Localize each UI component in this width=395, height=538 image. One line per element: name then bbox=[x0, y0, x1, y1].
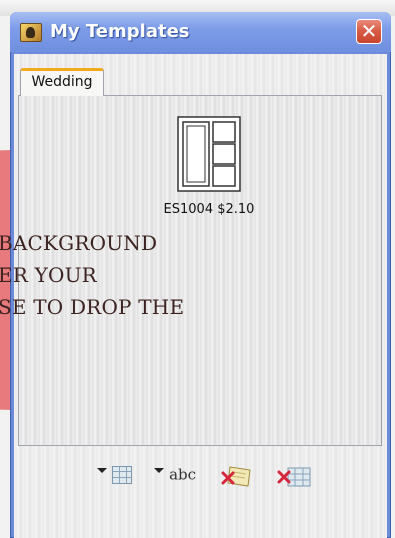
delete-image-button[interactable] bbox=[220, 464, 254, 488]
add-layout-dropdown-button[interactable] bbox=[97, 464, 133, 488]
screen: BACKGROUND ER YOUR SE TO DROP THE My Tem… bbox=[0, 0, 395, 538]
delete-layout-button[interactable] bbox=[276, 464, 312, 488]
background-text-line-2: ER YOUR bbox=[0, 263, 97, 287]
text-abc-icon: abc bbox=[169, 465, 197, 484]
delete-grid-icon bbox=[277, 467, 311, 487]
close-x-icon: ✕ bbox=[360, 19, 378, 43]
template-item[interactable]: ES1004 $2.10 bbox=[159, 116, 259, 226]
window-titlebar[interactable]: My Templates ✕ bbox=[10, 12, 391, 52]
template-label: ES1004 $2.10 bbox=[163, 202, 255, 217]
layout-thumbnail-icon bbox=[177, 116, 241, 192]
bottom-toolbar: abc bbox=[14, 456, 387, 496]
delete-image-icon bbox=[221, 466, 251, 487]
templates-app-icon bbox=[20, 23, 42, 42]
grid-layout-icon bbox=[112, 465, 133, 484]
dropdown-arrow-icon bbox=[154, 468, 164, 473]
close-button[interactable]: ✕ bbox=[356, 19, 382, 44]
dropdown-arrow-icon bbox=[97, 468, 107, 473]
add-text-dropdown-button[interactable]: abc bbox=[154, 464, 196, 488]
tab-wedding[interactable]: Wedding bbox=[20, 68, 104, 96]
window-title: My Templates bbox=[50, 21, 190, 42]
background-text-line-3: SE TO DROP THE bbox=[0, 295, 185, 319]
background-text-line-1: BACKGROUND bbox=[0, 231, 158, 255]
